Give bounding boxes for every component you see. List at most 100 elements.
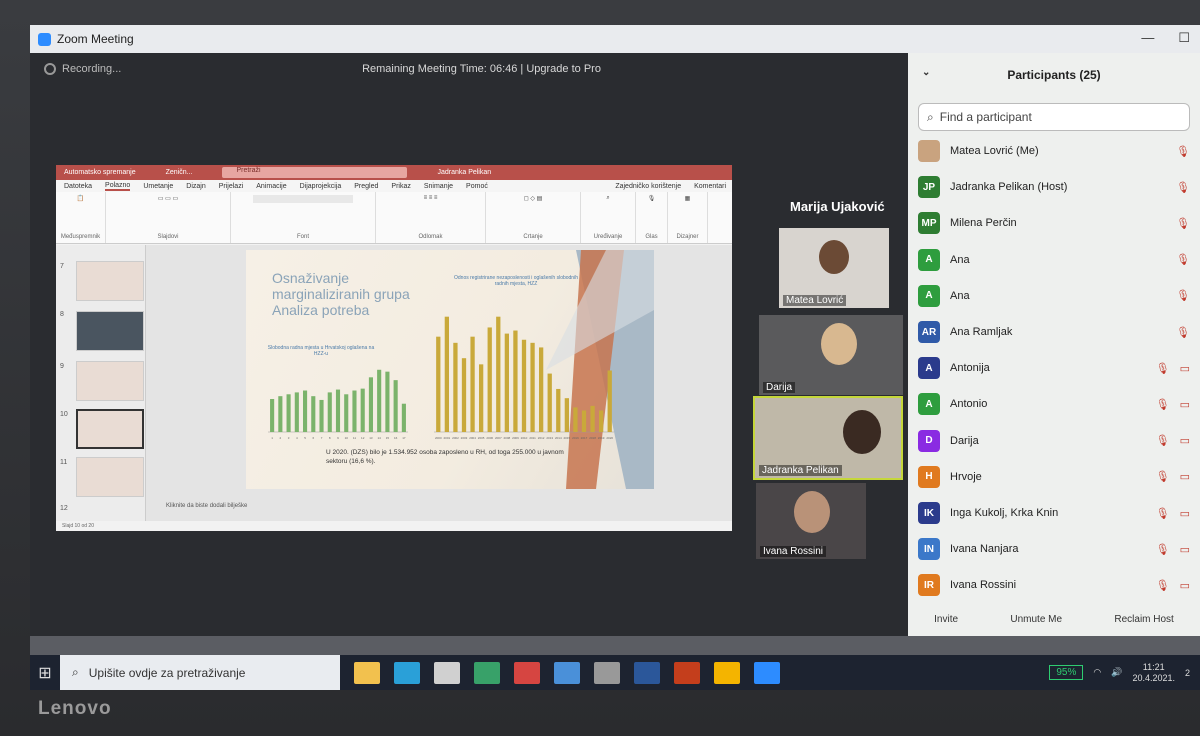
- file-explorer-icon[interactable]: [354, 661, 380, 684]
- app-icon[interactable]: [594, 661, 620, 684]
- comments-button[interactable]: Komentari: [694, 183, 726, 190]
- participant-row[interactable]: IR Ivana Rossini 🎙 ▭: [908, 567, 1200, 603]
- search-placeholder: Find a participant: [939, 110, 1032, 124]
- chart-bar: [352, 390, 357, 432]
- invite-button[interactable]: Invite: [934, 614, 958, 625]
- tick-label: 2008: [504, 436, 511, 440]
- autosave-label[interactable]: Automatsko spremanje: [64, 169, 136, 176]
- chevron-down-icon[interactable]: ⌄: [922, 67, 930, 78]
- font-box[interactable]: [253, 195, 353, 203]
- menu-dijaprojekcija[interactable]: Dijaprojekcija: [300, 183, 342, 190]
- app-red-icon[interactable]: [514, 661, 540, 684]
- menu-animacije[interactable]: Animacije: [256, 183, 286, 190]
- app-l-icon[interactable]: [474, 661, 500, 684]
- tick-label: 3: [288, 436, 290, 440]
- slide-thumbnails: 7 8 9 10 11 12: [56, 245, 146, 521]
- volume-icon[interactable]: 🔊: [1111, 667, 1122, 678]
- find-icon[interactable]: ⌕: [606, 195, 609, 202]
- participant-row[interactable]: AR Ana Ramljak 🎙: [908, 314, 1200, 350]
- taskbar-search[interactable]: ⌕ Upišite ovdje za pretraživanje: [60, 655, 340, 690]
- participant-row[interactable]: JP Jadranka Pelikan (Host) 🎙: [908, 169, 1200, 205]
- battery-indicator[interactable]: 95%: [1049, 665, 1084, 680]
- video-tile[interactable]: Matea Lovrić: [779, 228, 889, 308]
- participant-row[interactable]: MP Milena Perčin 🎙: [908, 205, 1200, 241]
- menu-pomoc[interactable]: Pomoć: [466, 183, 488, 190]
- menu-dizajn[interactable]: Dizajn: [186, 183, 205, 190]
- chart-bar: [539, 347, 544, 432]
- shapes-icon[interactable]: ◻ ◇ ▤: [524, 195, 543, 202]
- muted-mic-icon: 🎙: [1176, 290, 1190, 303]
- store-icon[interactable]: [434, 661, 460, 684]
- new-slide-icon[interactable]: ▭ ▭ ▭: [158, 195, 178, 202]
- ppt-body: 7 8 9 10 11 12 Osnaživanje marginalizira…: [56, 245, 732, 521]
- menu-prikaz[interactable]: Prikaz: [391, 183, 410, 190]
- participant-name: Milena Perčin: [950, 217, 1017, 230]
- avatar: IN: [918, 538, 940, 561]
- slide-thumb[interactable]: [76, 261, 144, 301]
- chart-bar: [270, 399, 275, 432]
- notes-placeholder[interactable]: Kliknite da biste dodali bilješke: [166, 503, 247, 509]
- paragraph-icon[interactable]: ≡ ≡ ≡: [424, 195, 438, 201]
- video-tile-active[interactable]: Jadranka Pelikan: [753, 396, 903, 480]
- edge-icon[interactable]: [394, 661, 420, 684]
- participant-row[interactable]: A Antonio 🎙 ▭: [908, 386, 1200, 422]
- tick-label: 2005: [478, 436, 485, 440]
- ppt-search-box[interactable]: Pretraži: [222, 167, 408, 178]
- paste-icon[interactable]: 📋: [77, 195, 84, 202]
- participant-row[interactable]: H Hrvoje 🎙 ▭: [908, 459, 1200, 495]
- zoom-icon[interactable]: [754, 661, 780, 684]
- menu-snimanje[interactable]: Snimanje: [424, 183, 453, 190]
- menu-umetanje[interactable]: Umetanje: [143, 183, 173, 190]
- slide-thumb-selected[interactable]: [76, 409, 144, 449]
- menu-pregled[interactable]: Pregled: [354, 183, 378, 190]
- slide-thumb[interactable]: [76, 457, 144, 497]
- find-participant-input[interactable]: ⌕ Find a participant: [918, 103, 1190, 131]
- camera-off-icon: ▭: [1179, 398, 1190, 411]
- tick-label: 2014: [555, 436, 562, 440]
- unmute-me-button[interactable]: Unmute Me: [1010, 614, 1062, 625]
- maximize-button[interactable]: ☐: [1178, 30, 1190, 46]
- video-tile[interactable]: Darija: [759, 315, 903, 395]
- tick-label: 2003: [461, 436, 468, 440]
- tile-name: Matea Lovrić: [783, 295, 847, 306]
- system-tray: 95% ◠ 🔊 11:21 20.4.2021. 2: [1049, 655, 1190, 690]
- tick-label: 6: [312, 436, 314, 440]
- participant-row[interactable]: IN Ivana Nanjara 🎙 ▭: [908, 531, 1200, 567]
- current-slide[interactable]: Osnaživanje marginaliziranih grupa Anali…: [246, 250, 654, 489]
- participant-row[interactable]: Matea Lovrić (Me) 🎙: [908, 133, 1200, 169]
- clock[interactable]: 11:21 20.4.2021.: [1132, 662, 1175, 684]
- tick-label: 5: [304, 436, 306, 440]
- chart-bar: [530, 342, 535, 432]
- slide-thumb[interactable]: [76, 311, 144, 351]
- participant-row[interactable]: A Antonija 🎙 ▭: [908, 350, 1200, 386]
- mail-icon[interactable]: [554, 661, 580, 684]
- minimize-button[interactable]: —: [1141, 30, 1154, 46]
- participant-row[interactable]: D Darija 🎙 ▭: [908, 423, 1200, 459]
- reclaim-host-button[interactable]: Reclaim Host: [1114, 614, 1173, 625]
- avatar: D: [918, 429, 940, 452]
- dictate-icon[interactable]: 🎙: [648, 195, 656, 202]
- camera-off-icon: ▭: [1179, 471, 1190, 484]
- video-tile[interactable]: Ivana Rossini: [756, 483, 866, 559]
- participant-row[interactable]: IK Inga Kukolj, Krka Knin 🎙 ▭: [908, 495, 1200, 531]
- ppt-statusbar: Slajd 10 od 20: [56, 521, 732, 531]
- chrome-icon[interactable]: [714, 661, 740, 684]
- menu-datoteka[interactable]: Datoteka: [64, 183, 92, 190]
- participant-row[interactable]: A Ana 🎙: [908, 278, 1200, 314]
- participant-row[interactable]: A Ana 🎙: [908, 242, 1200, 278]
- designer-icon[interactable]: ▦: [685, 195, 691, 202]
- notification-count[interactable]: 2: [1185, 668, 1190, 678]
- tick-label: 2002: [452, 436, 459, 440]
- powerpoint-icon[interactable]: [674, 661, 700, 684]
- chart-bar: [547, 373, 552, 432]
- word-icon[interactable]: [634, 661, 660, 684]
- tick-label: 2019: [598, 436, 605, 440]
- wifi-icon[interactable]: ◠: [1093, 667, 1101, 678]
- menu-prijelazi[interactable]: Prijelazi: [219, 183, 244, 190]
- share-button[interactable]: Zajedničko korištenje: [615, 183, 681, 190]
- tick-label: 7: [321, 436, 323, 440]
- slide-thumb[interactable]: [76, 361, 144, 401]
- tick-label: 2004: [469, 436, 476, 440]
- menu-polazno[interactable]: Polazno: [105, 182, 131, 191]
- windows-start-icon[interactable]: ⊞: [30, 655, 60, 690]
